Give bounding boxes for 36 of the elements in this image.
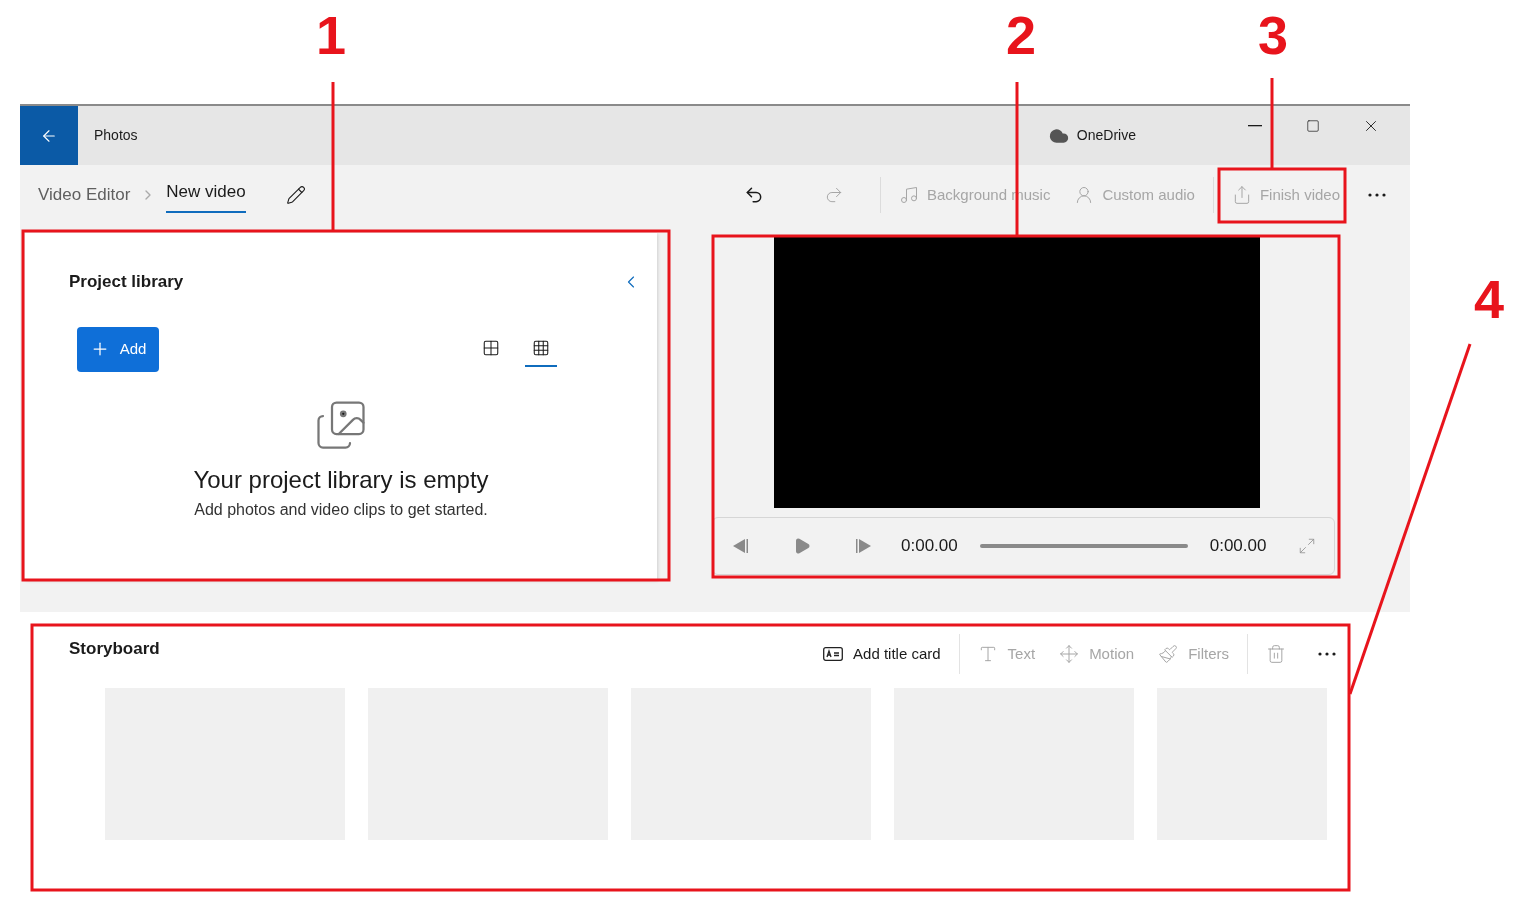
storyboard-title: Storyboard (69, 638, 160, 661)
total-time: 0:00.00 (1209, 535, 1267, 558)
fullscreen-button[interactable] (1298, 537, 1316, 555)
motion-icon (1059, 644, 1080, 664)
grid-icon (482, 339, 500, 357)
callout-number: 3 (1258, 8, 1289, 62)
empty-text: Add photos and video clips to get started. (194, 499, 488, 520)
panel-title: Project library (69, 271, 184, 293)
delete-icon (1266, 644, 1286, 664)
grid-icon (532, 339, 550, 357)
window-title: Photos (94, 126, 138, 145)
title-card-icon (823, 647, 844, 661)
filters-icon (1158, 644, 1179, 664)
breadcrumb-item[interactable]: New video (166, 171, 246, 213)
empty-title: Your project library is empty (193, 464, 489, 495)
breadcrumb-item[interactable]: Video Editor (38, 174, 131, 216)
play-icon (793, 537, 811, 555)
callout-number: 1 (316, 8, 347, 62)
more-icon (1368, 193, 1386, 197)
add-button[interactable]: Add (77, 326, 159, 372)
step-forward-icon (855, 538, 873, 554)
expand-icon (1298, 537, 1316, 555)
step-back-icon (731, 538, 749, 554)
callout-number: 2 (1006, 8, 1037, 62)
callout-number: 4 (1474, 272, 1505, 326)
maximize-icon (1306, 119, 1320, 133)
storyboard-action[interactable]: Add title card (811, 642, 953, 666)
next-frame-button[interactable] (855, 538, 873, 554)
current-time: 0:00.00 (901, 535, 958, 558)
more-icon (1318, 652, 1336, 656)
play-button[interactable] (793, 537, 811, 555)
music-icon (899, 185, 919, 205)
pencil-icon (285, 185, 306, 205)
onedrive-button[interactable]: OneDrive (1048, 125, 1136, 146)
previous-frame-button[interactable] (731, 538, 749, 554)
minimize-icon (1248, 125, 1262, 127)
